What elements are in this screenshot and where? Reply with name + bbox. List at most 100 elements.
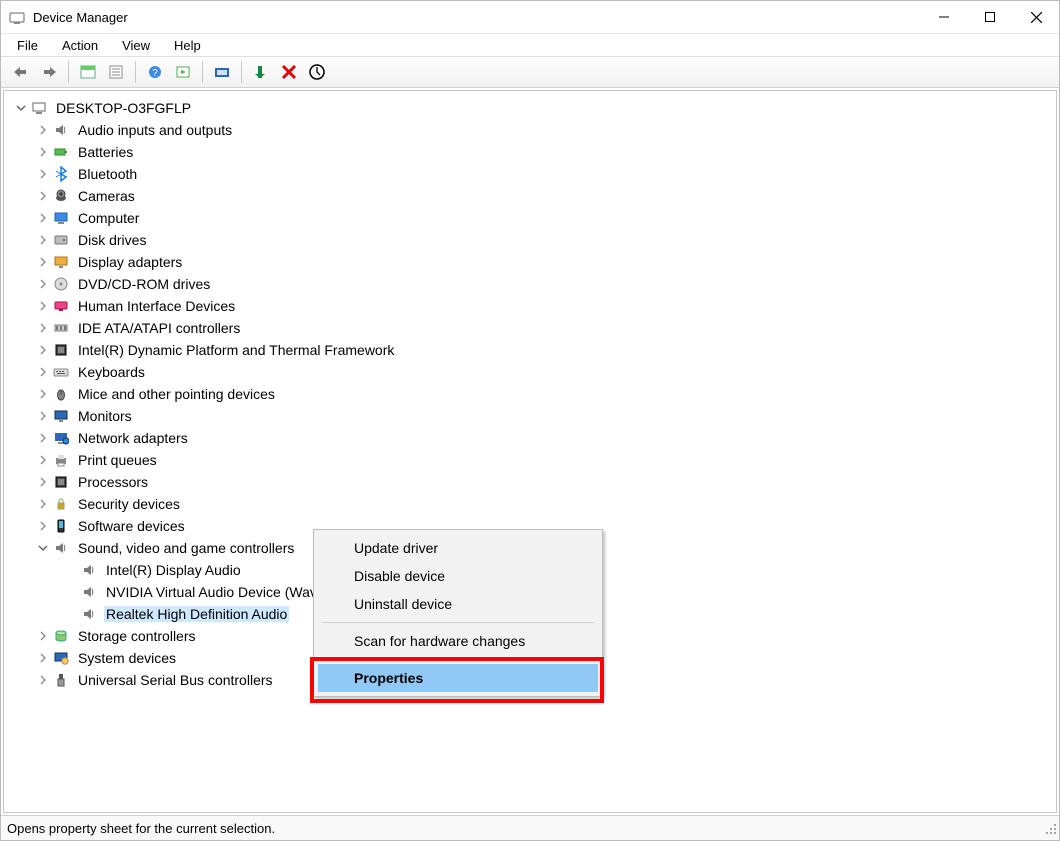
keyboard-icon bbox=[52, 363, 70, 381]
toolbar-separator bbox=[135, 61, 136, 83]
tree-category-node[interactable]: Audio inputs and outputs bbox=[6, 119, 1056, 141]
menu-file[interactable]: File bbox=[7, 36, 48, 55]
tree-node-label: Keyboards bbox=[76, 364, 147, 380]
tree-category-node[interactable]: Bluetooth bbox=[6, 163, 1056, 185]
storage-icon bbox=[52, 627, 70, 645]
ctx-properties[interactable]: Properties bbox=[318, 664, 598, 692]
back-button[interactable] bbox=[7, 60, 35, 84]
tree-category-node[interactable]: Keyboards bbox=[6, 361, 1056, 383]
collapse-icon[interactable] bbox=[14, 101, 28, 115]
svg-text:?: ? bbox=[152, 68, 158, 79]
expand-icon[interactable] bbox=[36, 497, 50, 511]
ctx-disable-device[interactable]: Disable device bbox=[318, 562, 598, 590]
tree-node-label: Bluetooth bbox=[76, 166, 139, 182]
tree-category-node[interactable]: DVD/CD-ROM drives bbox=[6, 273, 1056, 295]
tree-category-node[interactable]: Network adapters bbox=[6, 427, 1056, 449]
tree-node-label: Security devices bbox=[76, 496, 182, 512]
maximize-button[interactable] bbox=[967, 1, 1013, 33]
update-driver-button[interactable] bbox=[208, 60, 236, 84]
expand-icon[interactable] bbox=[36, 277, 50, 291]
expand-icon[interactable] bbox=[36, 409, 50, 423]
tree-category-node[interactable]: Monitors bbox=[6, 405, 1056, 427]
enable-button[interactable] bbox=[247, 60, 275, 84]
expand-icon[interactable] bbox=[36, 651, 50, 665]
expand-icon[interactable] bbox=[36, 343, 50, 357]
expand-icon[interactable] bbox=[36, 365, 50, 379]
expand-icon[interactable] bbox=[36, 673, 50, 687]
minimize-button[interactable] bbox=[921, 1, 967, 33]
security-icon bbox=[52, 495, 70, 513]
resize-grip-icon[interactable] bbox=[1043, 821, 1057, 838]
scan-hardware-button[interactable] bbox=[303, 60, 331, 84]
menu-view[interactable]: View bbox=[112, 36, 160, 55]
expand-icon[interactable] bbox=[36, 475, 50, 489]
expand-icon[interactable] bbox=[36, 453, 50, 467]
tree-node-label: Cameras bbox=[76, 188, 137, 204]
expand-icon[interactable] bbox=[36, 519, 50, 533]
expand-icon[interactable] bbox=[36, 387, 50, 401]
tree-node-label: Monitors bbox=[76, 408, 134, 424]
tree-category-node[interactable]: Disk drives bbox=[6, 229, 1056, 251]
help-button[interactable]: ? bbox=[141, 60, 169, 84]
expand-icon[interactable] bbox=[36, 321, 50, 335]
close-button[interactable] bbox=[1013, 1, 1059, 33]
tree-node-label: Realtek High Definition Audio bbox=[104, 606, 289, 622]
tree-node-label: Display adapters bbox=[76, 254, 184, 270]
ctx-separator bbox=[322, 622, 594, 623]
ctx-scan-hardware[interactable]: Scan for hardware changes bbox=[318, 627, 598, 655]
show-hidden-button[interactable] bbox=[74, 60, 102, 84]
expand-icon[interactable] bbox=[36, 255, 50, 269]
collapse-icon[interactable] bbox=[36, 541, 50, 555]
expand-icon[interactable] bbox=[36, 167, 50, 181]
speaker-icon bbox=[80, 561, 98, 579]
tree-category-node[interactable]: Batteries bbox=[6, 141, 1056, 163]
usb-icon bbox=[52, 671, 70, 689]
ctx-uninstall-device[interactable]: Uninstall device bbox=[318, 590, 598, 618]
statusbar-text: Opens property sheet for the current sel… bbox=[7, 821, 275, 836]
tree-category-node[interactable]: IDE ATA/ATAPI controllers bbox=[6, 317, 1056, 339]
tree-category-node[interactable]: Cameras bbox=[6, 185, 1056, 207]
software-icon bbox=[52, 517, 70, 535]
cpu-icon bbox=[52, 473, 70, 491]
tree-node-label: Batteries bbox=[76, 144, 135, 160]
expand-icon[interactable] bbox=[36, 189, 50, 203]
tree-node-label: Mice and other pointing devices bbox=[76, 386, 277, 402]
expand-icon[interactable] bbox=[36, 299, 50, 313]
forward-button[interactable] bbox=[35, 60, 63, 84]
expand-icon[interactable] bbox=[36, 233, 50, 247]
menubar: File Action View Help bbox=[1, 34, 1059, 56]
speaker-icon bbox=[52, 121, 70, 139]
tree-node-label: System devices bbox=[76, 650, 178, 666]
bluetooth-icon bbox=[52, 165, 70, 183]
expand-icon[interactable] bbox=[36, 145, 50, 159]
toolbar-separator bbox=[68, 61, 69, 83]
battery-icon bbox=[52, 143, 70, 161]
speaker-icon bbox=[80, 583, 98, 601]
tree-category-node[interactable]: Mice and other pointing devices bbox=[6, 383, 1056, 405]
tree-category-node[interactable]: Human Interface Devices bbox=[6, 295, 1056, 317]
expand-icon[interactable] bbox=[36, 123, 50, 137]
ctx-update-driver[interactable]: Update driver bbox=[318, 534, 598, 562]
cpu-icon bbox=[52, 341, 70, 359]
expand-icon[interactable] bbox=[36, 211, 50, 225]
expand-icon[interactable] bbox=[36, 431, 50, 445]
properties-button[interactable] bbox=[102, 60, 130, 84]
mouse-icon bbox=[52, 385, 70, 403]
uninstall-button[interactable] bbox=[275, 60, 303, 84]
action-button[interactable] bbox=[169, 60, 197, 84]
tree-category-node[interactable]: Print queues bbox=[6, 449, 1056, 471]
expand-icon[interactable] bbox=[36, 629, 50, 643]
tree-node-label: DESKTOP-O3FGFLP bbox=[54, 100, 193, 116]
toolbar-separator bbox=[241, 61, 242, 83]
tree-category-node[interactable]: Security devices bbox=[6, 493, 1056, 515]
menu-action[interactable]: Action bbox=[52, 36, 108, 55]
tree-category-node[interactable]: Processors bbox=[6, 471, 1056, 493]
tree-root-node[interactable]: DESKTOP-O3FGFLP bbox=[6, 97, 1056, 119]
tree-category-node[interactable]: Display adapters bbox=[6, 251, 1056, 273]
cdrom-icon bbox=[52, 275, 70, 293]
tree-category-node[interactable]: Intel(R) Dynamic Platform and Thermal Fr… bbox=[6, 339, 1056, 361]
tree-node-label: IDE ATA/ATAPI controllers bbox=[76, 320, 242, 336]
menu-help[interactable]: Help bbox=[164, 36, 211, 55]
tree-category-node[interactable]: Computer bbox=[6, 207, 1056, 229]
tree-node-label: Intel(R) Dynamic Platform and Thermal Fr… bbox=[76, 342, 396, 358]
